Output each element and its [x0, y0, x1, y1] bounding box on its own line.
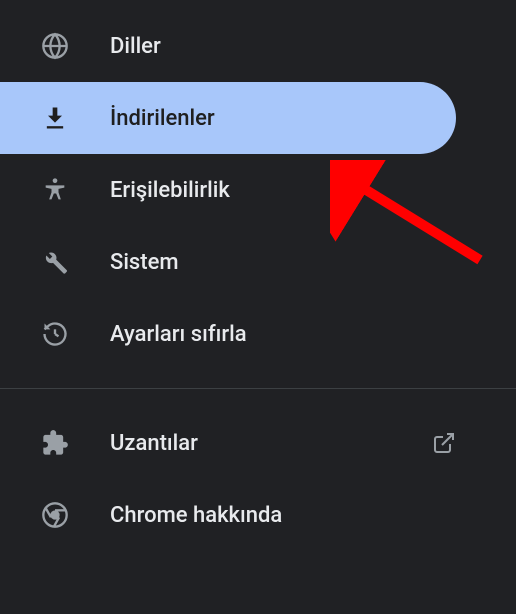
wrench-icon — [40, 247, 70, 277]
chrome-icon — [40, 500, 70, 530]
sidebar-item-system[interactable]: Sistem — [0, 226, 456, 298]
globe-icon — [40, 31, 70, 61]
extension-icon — [40, 428, 70, 458]
sidebar-item-extensions[interactable]: Uzantılar — [0, 407, 456, 479]
sidebar-item-downloads[interactable]: İndirilenler — [0, 82, 456, 154]
sidebar-item-reset[interactable]: Ayarları sıfırla — [0, 298, 456, 370]
settings-sidebar: Diller İndirilenler Erişilebilirlik Sist… — [0, 0, 516, 551]
sidebar-item-label: Diller — [110, 34, 456, 59]
divider — [0, 388, 516, 389]
reset-icon — [40, 319, 70, 349]
sidebar-item-accessibility[interactable]: Erişilebilirlik — [0, 154, 456, 226]
external-link-icon — [432, 431, 456, 455]
sidebar-item-about-chrome[interactable]: Chrome hakkında — [0, 479, 456, 551]
sidebar-item-label: İndirilenler — [110, 106, 456, 131]
download-icon — [40, 103, 70, 133]
sidebar-item-languages[interactable]: Diller — [0, 10, 456, 82]
accessibility-icon — [40, 175, 70, 205]
sidebar-item-label: Uzantılar — [110, 431, 414, 456]
sidebar-item-label: Erişilebilirlik — [110, 178, 456, 203]
sidebar-item-label: Sistem — [110, 250, 456, 275]
sidebar-item-label: Ayarları sıfırla — [110, 322, 456, 347]
sidebar-item-label: Chrome hakkında — [110, 503, 456, 528]
